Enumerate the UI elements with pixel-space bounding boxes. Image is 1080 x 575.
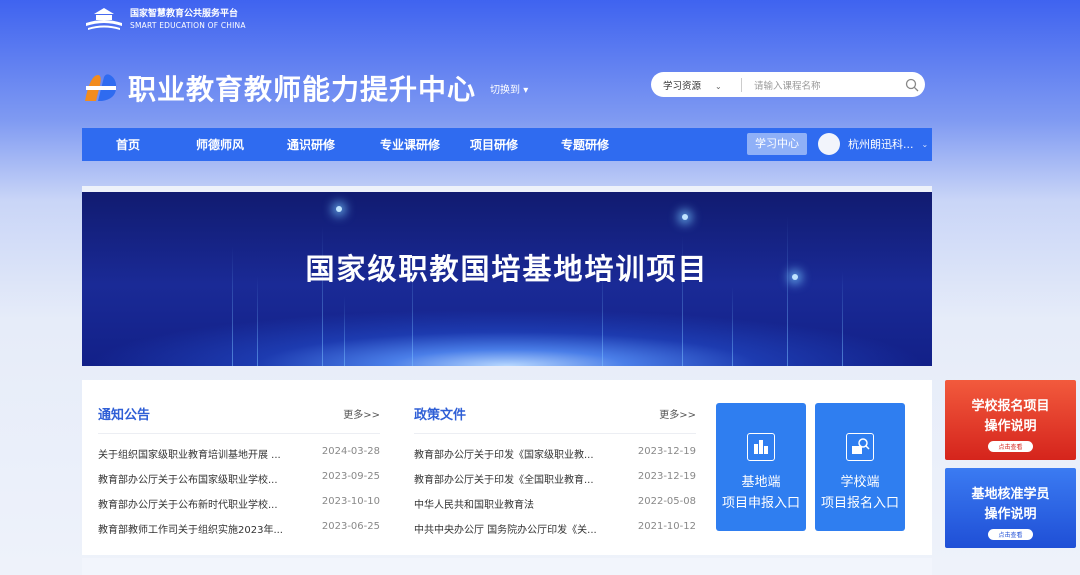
nav-topic-training[interactable]: 专题研修 (542, 136, 628, 153)
card-title: 学校报名项目 (971, 399, 1050, 414)
search-scope-select[interactable]: 学习资源 ⌄ (651, 78, 741, 92)
school-register-guide-card[interactable]: 学校报名项目 操作说明 点击查看 (945, 380, 1076, 460)
policies-section: 政策文件 更多>> 教育部办公厅关于印发《国家级职业教... 2023-12-19… (414, 405, 696, 534)
list-item[interactable]: 教育部教师工作司关于组织实施2023年... 2023-06-25 (98, 521, 380, 534)
chevron-down-icon: ⌄ (921, 139, 929, 149)
list-item[interactable]: 教育部办公厅关于印发《全国职业教育... 2023-12-19 (414, 471, 696, 484)
platform-name-cn: 国家智慧教育公共服务平台 (130, 9, 239, 19)
study-center-button[interactable]: 学习中心 (747, 133, 807, 155)
entry-subtitle: 项目报名入口 (820, 496, 899, 511)
search-input[interactable]: 请输入课程名称 (742, 78, 905, 92)
school-project-register-button[interactable]: 学校端 项目报名入口 (815, 403, 905, 531)
view-button[interactable]: 点击查看 (988, 529, 1033, 540)
policies-title: 政策文件 (414, 407, 467, 423)
avatar (818, 133, 840, 155)
platform-name-en: SMART EDUCATION OF CHINA (130, 21, 246, 30)
card-subtitle: 操作说明 (984, 507, 1037, 522)
list-item[interactable]: 关于组织国家级职业教育培训基地开展 ... 2024-03-28 (98, 446, 380, 459)
entry-title: 基地端 (741, 475, 781, 490)
base-approve-guide-card[interactable]: 基地核准学员 操作说明 点击查看 (945, 468, 1076, 548)
site-brand[interactable]: 职业教育教师能力提升中心 (82, 68, 476, 108)
caret-down-icon: ▾ (523, 85, 529, 96)
chevron-down-icon: ⌄ (715, 81, 722, 91)
nav-professional-training[interactable]: 专业课研修 (364, 136, 456, 153)
light-line (732, 286, 733, 366)
nav-home[interactable]: 首页 (92, 136, 164, 153)
notices-section: 通知公告 更多>> 关于组织国家级职业教育培训基地开展 ... 2024-03-2… (98, 405, 380, 534)
search-icon[interactable] (905, 78, 919, 92)
hero-banner[interactable]: 国家级职教国培基地培训项目 (82, 186, 932, 366)
platform-logo[interactable]: 国家智慧教育公共服务平台 SMART EDUCATION OF CHINA (84, 7, 246, 33)
notices-title: 通知公告 (98, 407, 151, 423)
entry-subtitle: 项目申报入口 (721, 496, 800, 511)
card-title: 基地核准学员 (971, 487, 1050, 502)
light-line (257, 276, 258, 366)
book-building-icon (86, 8, 122, 30)
switch-dropdown[interactable]: 切换到 ▾ (490, 81, 528, 96)
view-button[interactable]: 点击查看 (988, 441, 1033, 452)
list-item[interactable]: 中华人民共和国职业教育法 2022-05-08 (414, 496, 696, 509)
notices-more-link[interactable]: 更多>> (343, 406, 380, 421)
light-glow (682, 214, 688, 220)
card-subtitle: 操作说明 (984, 419, 1037, 434)
content-panel: 通知公告 更多>> 关于组织国家级职业教育培训基地开展 ... 2024-03-2… (82, 380, 932, 555)
list-item[interactable]: 教育部办公厅关于公布国家级职业学校... 2023-09-25 (98, 471, 380, 484)
site-title: 职业教育教师能力提升中心 (128, 73, 477, 106)
light-line (344, 296, 345, 366)
divider (98, 433, 380, 434)
list-item[interactable]: 教育部办公厅关于公布新时代职业学校... 2023-10-10 (98, 496, 380, 509)
site-logo-icon (85, 74, 117, 101)
light-line (787, 216, 788, 366)
policies-more-link[interactable]: 更多>> (659, 406, 696, 421)
user-name: 杭州朗迅科... (848, 138, 914, 151)
search-bar: 学习资源 ⌄ 请输入课程名称 (651, 72, 925, 97)
list-item[interactable]: 教育部办公厅关于印发《国家级职业教... 2023-12-19 (414, 446, 696, 459)
nav-project-training[interactable]: 项目研修 (458, 136, 530, 153)
top-bar: 国家智慧教育公共服务平台 SMART EDUCATION OF CHINA (0, 0, 1080, 44)
banner-title: 国家级职教国培基地培训项目 (305, 252, 709, 286)
divider (414, 433, 696, 434)
entry-title: 学校端 (840, 475, 880, 490)
school-search-icon (846, 433, 874, 461)
light-glow (336, 206, 342, 212)
nav-general-training[interactable]: 通识研修 (274, 136, 348, 153)
user-menu[interactable]: 杭州朗迅科... ⌄ (818, 133, 928, 155)
list-item[interactable]: 中共中央办公厅 国务院办公厅印发《关... 2021-10-12 (414, 521, 696, 534)
building-icon (747, 433, 775, 461)
switch-label: 切换到 (490, 85, 520, 96)
banner-top-strip (82, 186, 932, 192)
base-project-apply-button[interactable]: 基地端 项目申报入口 (716, 403, 806, 531)
main-nav: 首页 师德师风 通识研修 专业课研修 项目研修 专题研修 学习中心 杭州朗迅科.… (82, 128, 932, 161)
next-section-edge (82, 558, 932, 575)
nav-ethics[interactable]: 师德师风 (182, 136, 258, 153)
